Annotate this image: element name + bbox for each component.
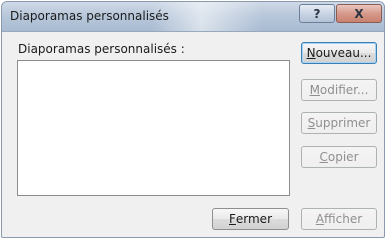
modify-button-mnemonic: M bbox=[309, 83, 320, 97]
custom-shows-label: Diaporamas personnalisés : bbox=[18, 42, 185, 56]
window-title: Diaporamas personnalisés bbox=[10, 9, 169, 23]
title-bar[interactable]: Diaporamas personnalisés ? X bbox=[2, 2, 384, 32]
close-icon: X bbox=[354, 6, 364, 21]
modify-button[interactable]: Modifier... bbox=[301, 79, 377, 101]
new-button[interactable]: Nouveau... bbox=[301, 42, 377, 64]
new-button-label: ouveau... bbox=[315, 46, 372, 60]
close-window-button[interactable]: X bbox=[336, 4, 382, 23]
help-icon: ? bbox=[313, 6, 321, 21]
copy-button-mnemonic: C bbox=[319, 150, 328, 164]
dialog-window: Diaporamas personnalisés ? X Diaporamas … bbox=[1, 1, 385, 238]
modify-button-label: odifier... bbox=[319, 83, 369, 97]
close-button-mnemonic: F bbox=[228, 212, 236, 226]
delete-button-label: upprimer bbox=[315, 116, 371, 130]
close-button[interactable]: Fermer bbox=[212, 208, 289, 230]
show-button-label: fficher bbox=[324, 212, 363, 226]
copy-button[interactable]: Copier bbox=[301, 146, 377, 168]
close-button-label: ermer bbox=[235, 212, 273, 226]
delete-button[interactable]: Supprimer bbox=[301, 112, 377, 134]
show-button-mnemonic: A bbox=[315, 212, 325, 226]
show-button[interactable]: Afficher bbox=[301, 208, 377, 230]
delete-button-mnemonic: S bbox=[307, 116, 316, 130]
copy-button-label: opier bbox=[327, 150, 359, 164]
new-button-mnemonic: N bbox=[306, 46, 316, 60]
custom-shows-list[interactable] bbox=[17, 60, 290, 196]
help-button[interactable]: ? bbox=[299, 4, 335, 23]
